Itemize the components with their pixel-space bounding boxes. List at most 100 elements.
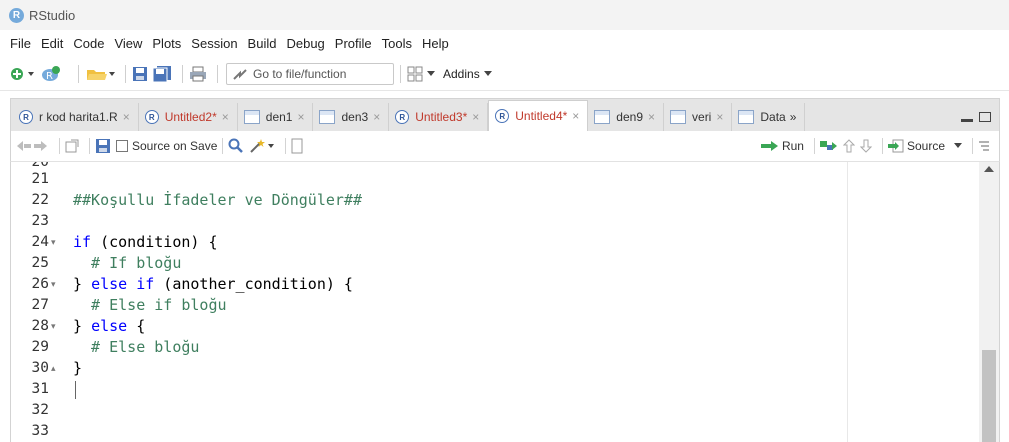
addins-caret-icon[interactable] (483, 64, 492, 84)
close-tab-icon[interactable]: × (297, 110, 304, 124)
tab-8[interactable]: Data » (732, 103, 806, 131)
menu-file[interactable]: File (5, 36, 36, 51)
run-arrow-icon (760, 141, 778, 151)
more-tabs-icon[interactable]: » (790, 110, 797, 124)
close-tab-icon[interactable]: × (373, 110, 380, 124)
toolbar-divider (182, 64, 183, 83)
minimize-pane-icon[interactable] (961, 118, 973, 122)
menu-help[interactable]: Help (417, 36, 454, 51)
line-number: 22 (31, 192, 49, 208)
title-bar: R RStudio (0, 0, 1009, 30)
fold-toggle-icon[interactable]: ▾ (51, 232, 63, 253)
tab-3[interactable]: den3 × (313, 103, 390, 131)
menu-plots[interactable]: Plots (147, 36, 186, 51)
code-editor[interactable]: 20 21 22 23 24 ▾ 25 26 ▾ 27 28 ▾ 29 30 ▴ 31 32 33 ##Koşul… (10, 162, 1000, 442)
window-title: RStudio (29, 7, 76, 23)
tab-4[interactable]: R Untitled3* × (389, 103, 489, 131)
close-tab-icon[interactable]: × (123, 110, 130, 124)
vertical-scrollbar[interactable] (979, 162, 999, 442)
print-icon[interactable] (189, 64, 207, 84)
compile-report-icon[interactable] (291, 138, 303, 154)
line-number: 29 (31, 339, 49, 355)
code-line[interactable]: ##Koşullu İfadeler ve Döngüler## (73, 190, 362, 211)
code-line[interactable]: if (condition) { (73, 232, 218, 253)
code-text: (another_condition) { (154, 275, 353, 293)
save-icon[interactable] (132, 64, 148, 84)
grid-layout-icon[interactable] (407, 64, 423, 84)
editor-toolbar-divider (813, 138, 815, 154)
code-keyword: else if (91, 275, 155, 293)
fold-toggle-icon[interactable]: ▾ (51, 316, 63, 337)
document-outline-icon[interactable] (978, 140, 990, 152)
scroll-up-arrow-icon[interactable] (984, 166, 994, 172)
code-text: (condition) { (91, 233, 218, 251)
tab-label: r kod harita1.R (39, 110, 118, 124)
tab-0[interactable]: Rr kod harita1.R × (13, 103, 139, 131)
code-line[interactable]: } else { (73, 316, 145, 337)
menu-edit[interactable]: Edit (36, 36, 68, 51)
line-number: 25 (31, 255, 49, 271)
code-line[interactable]: # Else bloğu (73, 337, 199, 358)
code-line[interactable]: # If bloğu (73, 253, 181, 274)
line-number: 26 (31, 276, 49, 292)
tab-7[interactable]: veri × (664, 103, 733, 131)
go-to-next-section-icon[interactable] (859, 139, 872, 153)
rerun-icon[interactable] (819, 139, 838, 153)
show-in-window-icon[interactable] (65, 139, 79, 153)
fold-toggle-icon[interactable]: ▾ (51, 274, 63, 295)
close-tab-icon[interactable]: × (648, 110, 655, 124)
code-comment: ##Koşullu İfadeler ve Döngüler## (73, 191, 362, 209)
tab-6[interactable]: den9 × (588, 103, 665, 131)
code-line[interactable]: # Else if bloğu (73, 295, 226, 316)
menu-view[interactable]: View (109, 36, 147, 51)
open-file-icon[interactable] (85, 64, 115, 84)
menu-code[interactable]: Code (68, 36, 109, 51)
code-line[interactable]: } else if (another_condition) { (73, 274, 353, 295)
code-area[interactable]: ##Koşullu İfadeler ve Döngüler## if (cond… (73, 162, 843, 442)
line-number: 24 (31, 234, 49, 250)
caret-down-icon[interactable] (427, 64, 435, 84)
menu-build[interactable]: Build (243, 36, 282, 51)
tab-2[interactable]: den1 × (238, 103, 314, 131)
maximize-pane-icon[interactable] (979, 112, 991, 122)
run-button[interactable]: Run (760, 139, 804, 153)
source-button[interactable]: Source (887, 139, 945, 153)
code-tools-wand-icon[interactable] (249, 138, 275, 154)
fold-toggle-icon[interactable]: ▴ (51, 358, 63, 379)
text-cursor (75, 381, 76, 399)
source-on-save-checkbox[interactable] (116, 140, 128, 152)
save-icon[interactable] (95, 138, 111, 154)
new-project-icon[interactable]: R (40, 64, 68, 84)
close-tab-icon[interactable]: × (472, 110, 479, 124)
save-all-icon[interactable] (152, 64, 172, 84)
close-tab-icon[interactable]: × (716, 110, 723, 124)
new-file-icon[interactable] (10, 64, 36, 84)
back-forward-icon[interactable] (15, 138, 49, 154)
editor-toolbar-divider (89, 138, 90, 154)
menu-profile[interactable]: Profile (330, 36, 377, 51)
toolbar-divider (400, 64, 401, 83)
tab-1[interactable]: R Untitled2* × (139, 103, 238, 131)
menu-session[interactable]: Session (186, 36, 242, 51)
addins-menu[interactable]: Addins (443, 67, 480, 81)
source-caret-icon[interactable] (954, 143, 962, 149)
menu-tools[interactable]: Tools (377, 36, 417, 51)
r-file-icon: R (144, 110, 159, 124)
tab-label: Untitled4* (515, 109, 568, 123)
line-number-gutter: 20 21 22 23 24 ▾ 25 26 ▾ 27 28 ▾ 29 30 ▴ 31 32 33 (11, 162, 73, 442)
goto-placeholder: Go to file/function (253, 66, 347, 81)
close-tab-icon[interactable]: × (572, 109, 579, 123)
editor-toolbar-divider (285, 138, 287, 154)
search-icon[interactable] (228, 138, 244, 154)
data-grid-icon (594, 110, 611, 124)
go-to-previous-section-icon[interactable] (842, 139, 855, 153)
goto-file-function-input[interactable]: Go to file/function (226, 62, 394, 85)
r-file-icon: R (19, 110, 33, 124)
scrollbar-thumb[interactable] (982, 350, 996, 442)
menu-debug[interactable]: Debug (281, 36, 329, 51)
close-tab-icon[interactable]: × (222, 110, 229, 124)
menu-bar: File Edit Code View Plots Session Build … (0, 30, 1009, 56)
tab-5[interactable]: R Untitled4* × (488, 100, 589, 131)
code-comment: # If bloğu (73, 254, 182, 272)
code-line[interactable]: } (73, 358, 82, 379)
